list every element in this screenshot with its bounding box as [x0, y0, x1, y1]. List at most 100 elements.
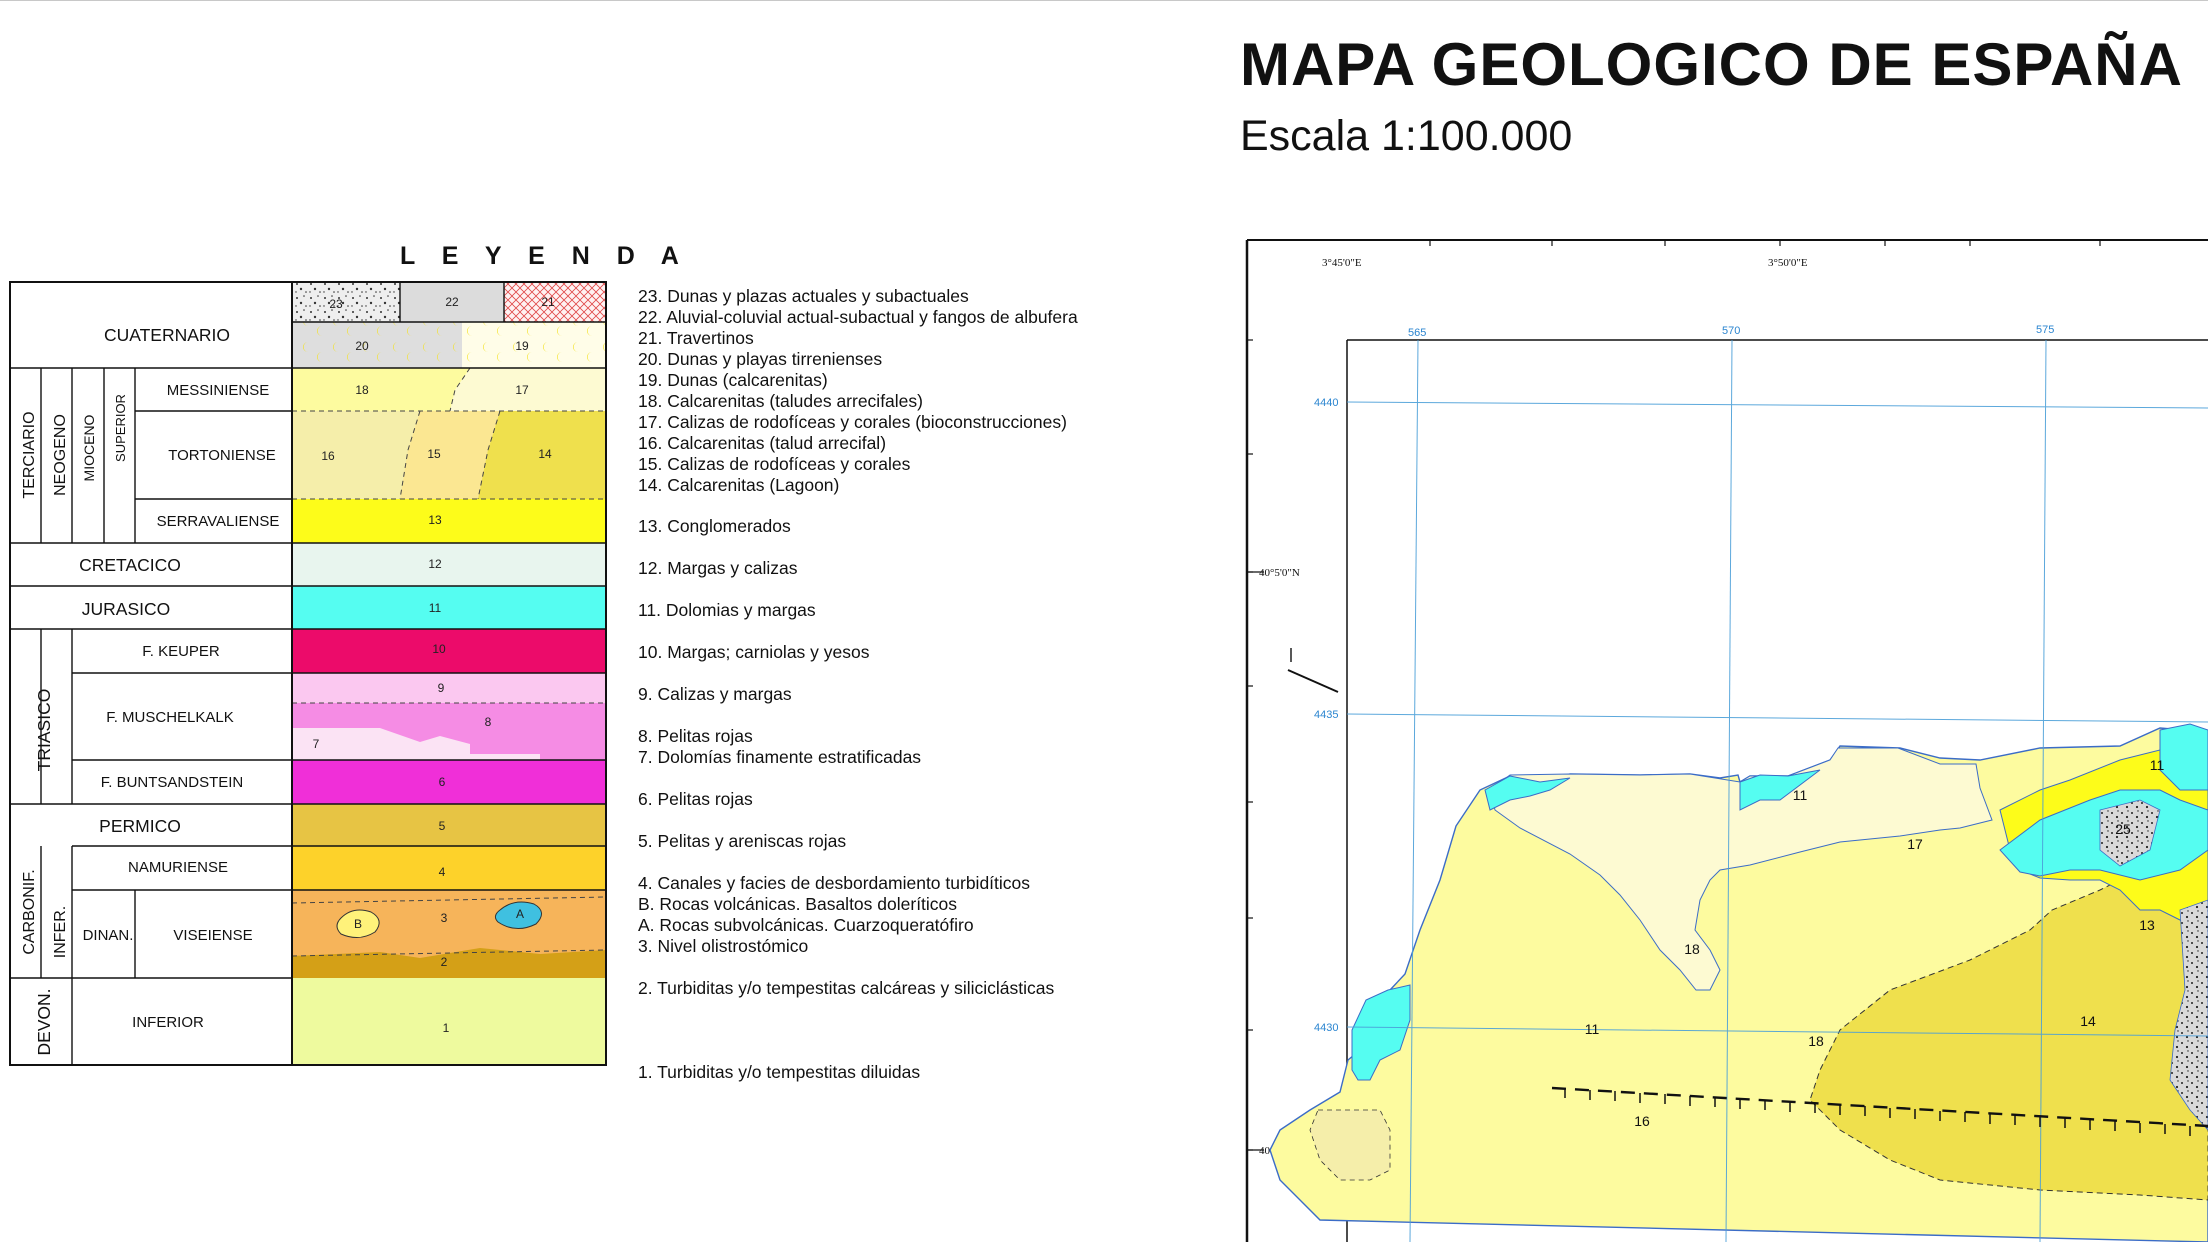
map-label-17: 17	[1907, 836, 1923, 852]
map-frame: 3°45'0"E 3°50'0"E 40°5'0"N 40°60'0"N 565…	[1245, 239, 2208, 1242]
unit-label-23: 23	[329, 297, 343, 311]
unit-18-swatch	[292, 368, 470, 411]
unit-5-swatch	[292, 804, 606, 846]
stage-inferior: INFERIOR	[132, 1014, 204, 1031]
unit-label-A: A	[516, 907, 524, 921]
unit-label-5: 5	[439, 819, 446, 833]
era-permico: PERMICO	[99, 816, 181, 836]
desc-21: 21. Travertinos	[638, 328, 754, 348]
map-label-25: 25	[2115, 821, 2131, 837]
utm-y-4440: 4440	[1314, 397, 1338, 409]
unit-4-swatch	[292, 846, 606, 890]
stage-buntsandstein: F. BUNTSANDSTEIN	[101, 774, 244, 791]
unit-label-20: 20	[355, 339, 369, 353]
unit-6-swatch	[292, 760, 606, 804]
utm-x-575: 575	[2036, 324, 2054, 336]
unit-label-1: 1	[443, 1021, 450, 1035]
stage-serravaliense: SERRAVALIENSE	[157, 513, 280, 530]
era-jurasico: JURASICO	[82, 599, 170, 619]
unit-20-swatch	[292, 322, 462, 368]
unit-label-16: 16	[321, 449, 335, 463]
unit-23-swatch	[292, 282, 400, 322]
desc-A: A. Rocas subvolcánicas. Cuarzoqueratófir…	[638, 915, 974, 935]
utm-y-4435: 4435	[1314, 709, 1338, 721]
desc-7: 7. Dolomías finamente estratificadas	[638, 747, 922, 767]
stage-tortoniense: TORTONIENSE	[168, 447, 276, 464]
unit-label-14: 14	[538, 447, 552, 461]
desc-23: 23. Dunas y plazas actuales y subactuale…	[638, 286, 969, 306]
unit-16-swatch	[292, 411, 420, 499]
stage-keuper: F. KEUPER	[142, 643, 220, 660]
unit-label-9: 9	[438, 681, 445, 695]
map-label-11-n: 11	[1793, 787, 1808, 803]
desc-18: 18. Calcarenitas (taludes arrecifales)	[638, 391, 923, 411]
map-label-11-sw: 11	[1585, 1021, 1600, 1037]
legend-table: CUATERNARIO CRETACICO JURASICO PERMICO T…	[9, 281, 607, 1066]
unit-label-18: 18	[355, 383, 369, 397]
desc-13: 13. Conglomerados	[638, 516, 791, 536]
lat-label-1: 40°5'0"N	[1259, 567, 1300, 579]
unit-label-17: 17	[515, 383, 529, 397]
desc-16: 16. Calcarenitas (talud arrecifal)	[638, 433, 887, 453]
desc-1: 1. Turbiditas y/o tempestitas diluidas	[638, 1062, 921, 1082]
map-title: MAPA GEOLOGICO DE ESPAÑA	[1240, 31, 2183, 98]
unit-label-3: 3	[441, 911, 448, 925]
unit-13-swatch	[292, 499, 606, 543]
map-scale: Escala 1:100.000	[1240, 112, 1573, 160]
unit-label-15: 15	[427, 447, 441, 461]
unit-label-22: 22	[445, 295, 459, 309]
unit-label-21: 21	[541, 295, 555, 309]
unit-12-swatch	[292, 543, 606, 586]
unit-11-swatch	[292, 586, 606, 629]
desc-10: 10. Margas; carniolas y yesos	[638, 642, 870, 662]
unit-label-8: 8	[485, 715, 492, 729]
map-label-14: 14	[2080, 1013, 2096, 1029]
unit-label-7: 7	[313, 737, 320, 751]
map-label-18-n: 18	[1684, 941, 1700, 957]
unit-label-2: 2	[441, 955, 448, 969]
unit-9-swatch	[292, 673, 606, 703]
desc-15: 15. Calizas de rodofíceas y corales	[638, 454, 911, 474]
utm-y-4430: 4430	[1314, 1022, 1338, 1034]
era-neogeno: NEOGENO	[52, 414, 69, 496]
desc-8: 8. Pelitas rojas	[638, 726, 753, 746]
desc-19: 19. Dunas (calcarenitas)	[638, 370, 828, 390]
utm-x-565: 565	[1408, 327, 1426, 339]
era-carbonif: CARBONIF.	[21, 869, 38, 954]
desc-11: 11. Dolomias y margas	[638, 600, 816, 620]
unit-label-4: 4	[439, 865, 446, 879]
desc-17: 17. Calizas de rodofíceas y corales (bio…	[638, 412, 1067, 432]
map-label-11-ne: 11	[2150, 757, 2165, 773]
unit-10-swatch	[292, 629, 606, 673]
unit-21-swatch	[504, 282, 606, 322]
era-mioceno: MIOCENO	[81, 414, 97, 481]
map-label-18-s: 18	[1808, 1033, 1824, 1049]
unit-label-6: 6	[439, 775, 446, 789]
era-terciario: TERCIARIO	[21, 411, 38, 498]
unit-label-10: 10	[432, 642, 446, 656]
utm-x-570: 570	[1722, 325, 1740, 337]
desc-5: 5. Pelitas y areniscas rojas	[638, 831, 847, 851]
desc-B: B. Rocas volcánicas. Basaltos dolerítico…	[638, 894, 958, 914]
desc-6: 6. Pelitas rojas	[638, 789, 753, 809]
desc-22: 22. Aluvial-coluvial actual-subactual y …	[638, 307, 1078, 327]
era-infer: INFER.	[52, 906, 69, 958]
desc-3: 3. Nivel olistrostómico	[638, 936, 809, 956]
era-superior: SUPERIOR	[113, 394, 128, 462]
desc-14: 14. Calcarenitas (Lagoon)	[638, 475, 840, 495]
map-label-13: 13	[2139, 917, 2155, 933]
unit-label-13: 13	[428, 513, 442, 527]
map-label-16: 16	[1634, 1113, 1650, 1129]
era-triasico: TRIASICO	[34, 689, 54, 772]
desc-4: 4. Canales y facies de desbordamiento tu…	[638, 873, 1031, 893]
era-cretacico: CRETACICO	[79, 555, 181, 575]
desc-2: 2. Turbiditas y/o tempestitas calcáreas …	[638, 978, 1055, 998]
lon-label-2: 3°50'0"E	[1768, 257, 1808, 269]
unit-19-swatch	[462, 322, 606, 368]
unit-label-B: B	[354, 917, 362, 931]
unit-label-11: 11	[429, 601, 442, 615]
era-cuaternario: CUATERNARIO	[104, 325, 230, 345]
stage-dinan: DINAN.	[83, 927, 134, 944]
unit-label-12: 12	[428, 557, 442, 571]
unit-label-19: 19	[515, 339, 529, 353]
